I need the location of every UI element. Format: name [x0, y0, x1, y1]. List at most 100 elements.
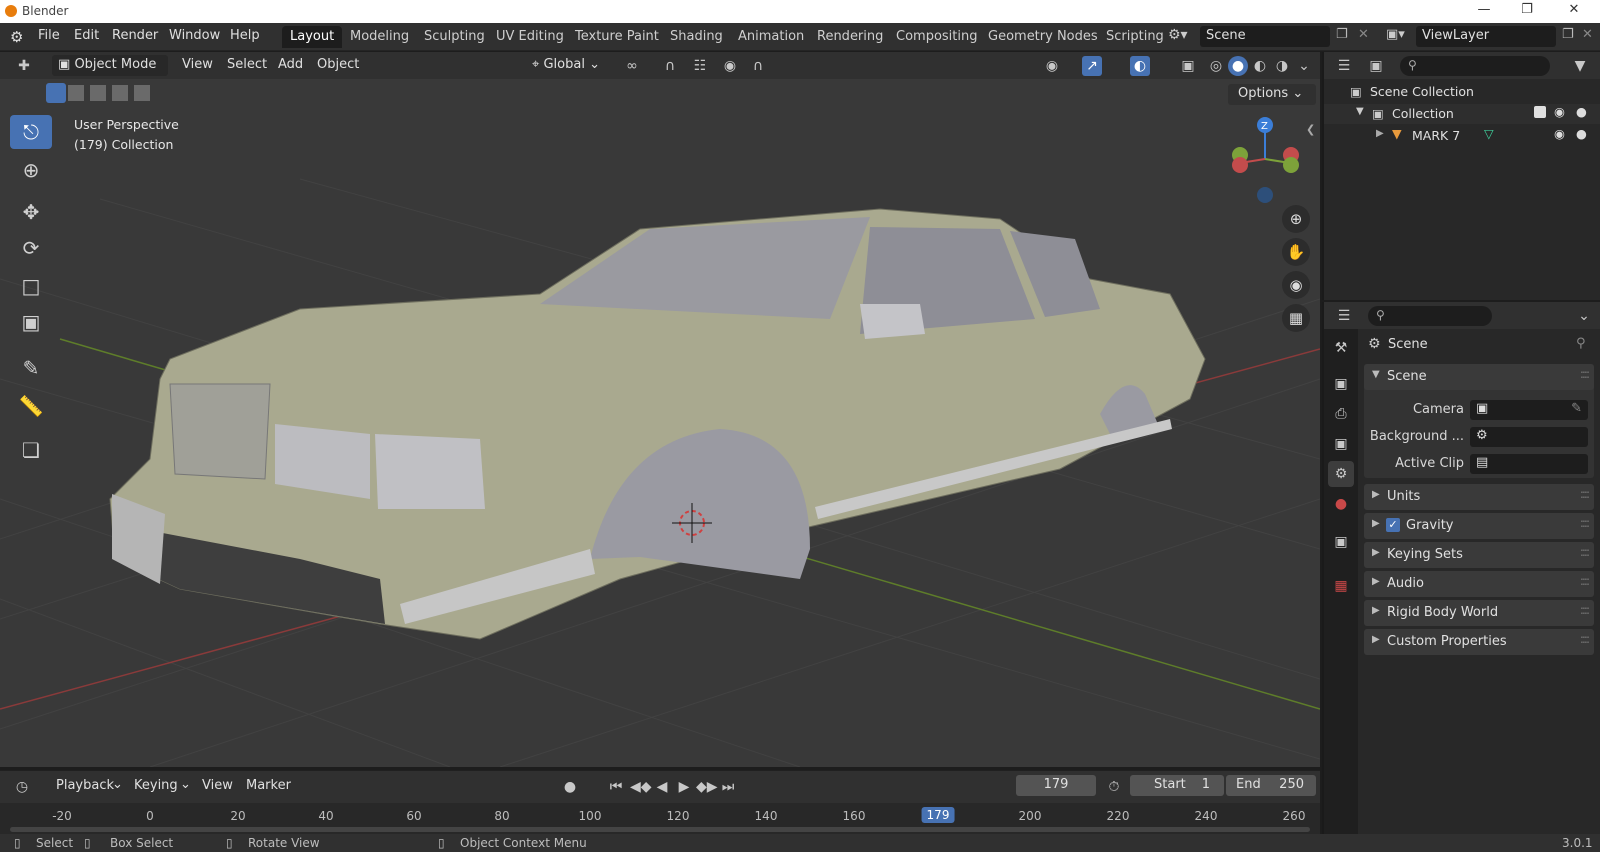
measure-tool-icon[interactable]: 📏	[10, 389, 52, 423]
rendered-shading-icon[interactable]: ◑	[1272, 56, 1292, 76]
outliner-editor-type-icon[interactable]: ☰	[1334, 56, 1354, 76]
scene-selector[interactable]: Scene	[1200, 26, 1330, 47]
menu-file[interactable]: File	[38, 28, 60, 43]
section-audio[interactable]: ▶ Audio ::::	[1364, 571, 1594, 597]
drag-grip-icon[interactable]: ::::	[1580, 545, 1590, 559]
material-shading-icon[interactable]: ◐	[1250, 56, 1270, 76]
scene-tab-icon[interactable]: ⚙	[1328, 461, 1354, 487]
tab-geometry-nodes[interactable]: Geometry Nodes	[980, 26, 1106, 48]
menu-keying[interactable]: Keying	[134, 778, 178, 793]
snap-icon[interactable]: ∩	[660, 56, 680, 76]
outliner-row-collection[interactable]: ▼ ▣ Collection ◉ ●	[1324, 104, 1600, 124]
proportional-edit-icon[interactable]: ◉	[720, 56, 740, 76]
filter-icon[interactable]: ▼	[1570, 56, 1590, 76]
play-reverse-icon[interactable]: ◀	[652, 777, 672, 797]
outliner-row-mark7[interactable]: ▶ ▼ MARK 7 ▽ ◉ ●	[1324, 126, 1600, 146]
texture-tab-icon[interactable]: ▦	[1328, 573, 1354, 599]
menu-edit[interactable]: Edit	[74, 28, 99, 43]
drag-grip-icon[interactable]: ::::	[1580, 516, 1590, 530]
tab-rendering[interactable]: Rendering	[809, 26, 891, 48]
scale-tool-icon[interactable]: □	[10, 269, 52, 303]
outliner-row-scene-collection[interactable]: ▣ Scene Collection	[1324, 82, 1600, 102]
drag-grip-icon[interactable]: ::::	[1580, 487, 1590, 501]
tab-scripting[interactable]: Scripting	[1098, 26, 1172, 48]
wireframe-shading-icon[interactable]: ◎	[1206, 56, 1226, 76]
overlay-toggle-icon[interactable]: ◐	[1130, 56, 1150, 76]
camera-field[interactable]: ▣ ✎	[1470, 400, 1588, 420]
perspective-toggle-icon[interactable]: ▦	[1282, 304, 1310, 332]
drag-grip-icon[interactable]: ::::	[1580, 367, 1590, 381]
new-scene-icon[interactable]: ❐	[1336, 27, 1348, 42]
tab-sculpting[interactable]: Sculpting	[416, 26, 493, 48]
close-icon[interactable]: ✕	[1562, 2, 1586, 20]
collection-checkbox[interactable]	[1534, 106, 1546, 118]
pivot-icon[interactable]: ∞	[622, 56, 642, 76]
properties-search-input[interactable]: ⚲	[1368, 306, 1492, 326]
menu-view[interactable]: View	[182, 57, 213, 72]
timeline-editor-type-icon[interactable]: ◷	[12, 777, 32, 797]
select-intersect-icon[interactable]	[134, 85, 150, 101]
tab-layout[interactable]: Layout	[282, 26, 343, 48]
menu-add[interactable]: Add	[278, 57, 303, 72]
snap-target-icon[interactable]: ☷	[690, 56, 710, 76]
play-icon[interactable]: ▶	[674, 777, 694, 797]
falloff-icon[interactable]: ∩	[748, 56, 768, 76]
orientation-dropdown[interactable]: ⌖ Global ⌄	[526, 55, 610, 76]
blender-menu-icon[interactable]: ⚙	[10, 28, 23, 46]
jump-start-icon[interactable]: ⏮	[606, 777, 626, 797]
jump-end-icon[interactable]: ⏭	[718, 777, 738, 797]
section-rigid-body-world[interactable]: ▶ Rigid Body World ::::	[1364, 600, 1594, 626]
background-field[interactable]: ⚙	[1470, 427, 1588, 447]
current-frame-field[interactable]: 179	[1016, 775, 1096, 796]
drag-grip-icon[interactable]: ::::	[1580, 632, 1590, 646]
move-tool-icon[interactable]: ✥	[10, 195, 52, 229]
expand-arrow-icon[interactable]: ▼	[1356, 106, 1364, 117]
outliner-search-input[interactable]: ⚲	[1400, 56, 1550, 76]
new-viewlayer-icon[interactable]: ❐	[1562, 27, 1574, 42]
section-gravity[interactable]: ▶ ✓ Gravity ::::	[1364, 513, 1594, 539]
gravity-checkbox[interactable]: ✓	[1386, 518, 1400, 532]
pan-hand-icon[interactable]: ✋	[1282, 238, 1310, 266]
start-frame-field[interactable]: Start 1	[1130, 775, 1224, 796]
camera-view-icon[interactable]: ◉	[1282, 271, 1310, 299]
transform-tool-icon[interactable]: ▣	[10, 305, 52, 339]
menu-render[interactable]: Render	[112, 28, 158, 43]
section-custom-properties[interactable]: ▶ Custom Properties ::::	[1364, 629, 1594, 655]
world-tab-icon[interactable]: ●	[1328, 491, 1354, 517]
sidebar-toggle-icon[interactable]: ❮	[1306, 123, 1315, 136]
end-frame-field[interactable]: End 250	[1226, 775, 1316, 796]
viewport-canvas[interactable]: Z	[0, 79, 1320, 767]
delete-scene-icon[interactable]: ✕	[1358, 27, 1369, 42]
add-cube-tool-icon[interactable]: ❏	[10, 433, 52, 467]
properties-options-icon[interactable]: ⌄	[1574, 306, 1594, 326]
output-tab-icon[interactable]: ⎙	[1328, 401, 1354, 427]
viewlayer-selector[interactable]: ViewLayer	[1416, 26, 1556, 47]
tab-animation[interactable]: Animation	[730, 26, 812, 48]
menu-playback[interactable]: Playback	[56, 778, 114, 793]
annotate-tool-icon[interactable]: ✎	[10, 351, 52, 385]
eye-icon[interactable]: ◉	[1554, 104, 1565, 119]
cursor-tool-icon[interactable]: ⊕	[10, 153, 52, 187]
select-difference-icon[interactable]	[112, 85, 128, 101]
3d-viewport[interactable]: Z Options ⌄ User Perspective (179) Colle…	[0, 79, 1320, 767]
car-model[interactable]	[109, 208, 1206, 640]
zoom-icon[interactable]: ⊕	[1282, 205, 1310, 233]
menu-marker[interactable]: Marker	[246, 778, 291, 793]
editor-type-icon[interactable]: ✚	[14, 56, 34, 76]
pin-icon[interactable]: ⚲	[1576, 336, 1586, 351]
prev-keyframe-icon[interactable]: ◀◆	[630, 777, 652, 797]
select-new-icon[interactable]	[46, 83, 66, 103]
tab-modeling[interactable]: Modeling	[342, 26, 417, 48]
drag-grip-icon[interactable]: ::::	[1580, 603, 1590, 617]
render-tab-icon[interactable]: ▣	[1328, 371, 1354, 397]
view-layer-tab-icon[interactable]: ▣	[1328, 431, 1354, 457]
playhead-frame-label[interactable]: 179	[921, 807, 955, 823]
select-box-tool-icon[interactable]: ⎋	[10, 115, 52, 149]
camera-render-icon[interactable]: ●	[1576, 104, 1587, 119]
tab-texture-paint[interactable]: Texture Paint	[567, 26, 667, 48]
menu-help[interactable]: Help	[230, 28, 260, 43]
stopwatch-icon[interactable]: ⏱	[1104, 777, 1124, 797]
expand-arrow-icon[interactable]: ▶	[1376, 128, 1384, 139]
xray-icon[interactable]: ▣	[1178, 56, 1198, 76]
menu-window[interactable]: Window	[169, 28, 220, 43]
